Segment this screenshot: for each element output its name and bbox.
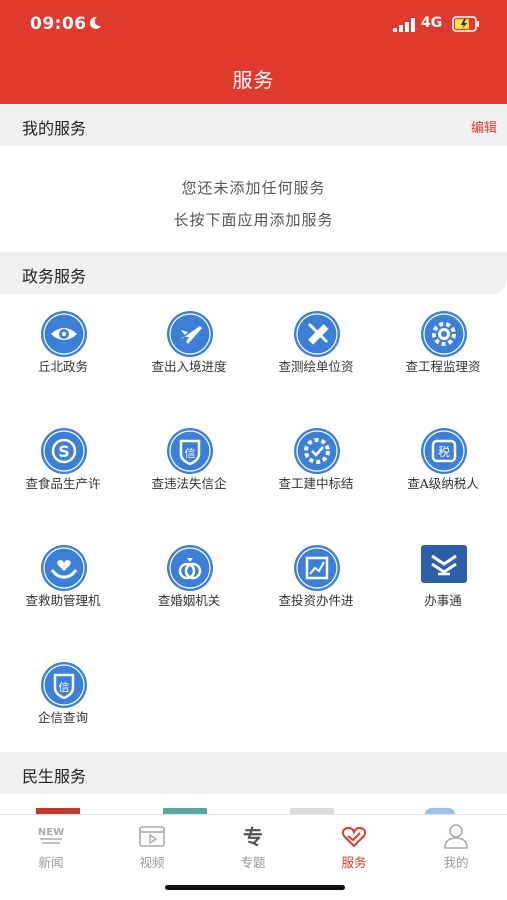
service-heart-icon: [342, 826, 366, 848]
signal-icon: [393, 18, 415, 32]
ruler-pencil-icon: [294, 311, 340, 357]
tab-mine[interactable]: 我的: [416, 823, 496, 873]
credit-shield-icon: 信: [41, 662, 87, 708]
service-food-license[interactable]: S 查食品生产许: [0, 417, 126, 527]
header-bar: 09:06 4G 服务: [0, 0, 507, 104]
service-name: 查婚姻机关: [157, 593, 221, 608]
service-name: 企信查询: [37, 710, 88, 725]
empty-services-message: 您还未添加任何服务 长按下面应用添加服务: [0, 172, 507, 236]
tab-label: 我的: [443, 855, 469, 870]
topic-icon: 专: [243, 825, 263, 849]
empty-line-2: 长按下面应用添加服务: [173, 211, 334, 229]
credit-shield-icon: 信: [167, 428, 213, 474]
livelihood-services-header: 民生服务: [0, 752, 507, 794]
service-name: 查工建中标结: [278, 476, 354, 491]
service-banshitong[interactable]: 办事通: [380, 534, 506, 644]
eye-icon: [41, 311, 87, 357]
page-title: 服务: [232, 68, 275, 92]
service-investment-progress[interactable]: 查投资办件进: [253, 534, 379, 644]
s-badge-icon: S: [41, 428, 87, 474]
gov-services-grid: 丘北政务 查出入境进度 查测绘单位资 查工程监理资 S 查食品生产许 信 查违法…: [0, 300, 507, 745]
tax-icon: 税: [421, 428, 467, 474]
gear-icon: [421, 311, 467, 357]
empty-line-1: 您还未添加任何服务: [181, 179, 326, 197]
svg-text:NEW: NEW: [38, 827, 64, 838]
service-name: 查食品生产许: [25, 476, 101, 491]
my-services-label: 我的服务: [22, 119, 87, 138]
service-dishonest-enterprise[interactable]: 信 查违法失信企: [126, 417, 252, 527]
tab-label: 服务: [341, 855, 367, 870]
service-name: 丘北政务: [37, 359, 88, 374]
tab-topic[interactable]: 专 专题: [213, 823, 293, 873]
service-rescue-agency[interactable]: 查救助管理机: [0, 534, 126, 644]
network-type: 4G: [421, 15, 443, 31]
service-name: 查投资办件进: [278, 593, 354, 608]
service-name: 查违法失信企: [151, 476, 227, 491]
service-name: 查工程监理资: [405, 359, 481, 374]
news-icon: NEW: [38, 827, 64, 844]
service-bid-result[interactable]: 查工建中标结: [253, 417, 379, 527]
service-entry-exit[interactable]: 查出入境进度: [126, 300, 252, 410]
svg-text:税: 税: [438, 445, 450, 459]
banshitong-logo: [421, 545, 467, 583]
battery-icon: [452, 16, 479, 32]
chart-icon: [294, 545, 340, 591]
heart-hand-icon: [41, 545, 87, 591]
svg-text:专: 专: [243, 825, 263, 849]
service-a-taxpayer[interactable]: 税 查A级纳税人: [380, 417, 506, 527]
service-engineering-supervision[interactable]: 查工程监理资: [380, 300, 506, 410]
person-icon: [444, 824, 468, 849]
service-credit-query[interactable]: 信 企信查询: [0, 651, 126, 761]
rings-icon: [167, 545, 213, 591]
service-qiubei-gov[interactable]: 丘北政务: [0, 300, 126, 410]
service-name: 查测绘单位资: [278, 359, 354, 374]
tab-label: 新闻: [38, 855, 64, 870]
svg-text:S: S: [58, 442, 70, 461]
edit-button[interactable]: 编辑: [471, 117, 497, 136]
tab-service[interactable]: 服务: [314, 823, 394, 873]
service-name: 查出入境进度: [151, 359, 227, 374]
tab-label: 专题: [240, 855, 266, 870]
service-name: 办事通: [424, 593, 462, 608]
service-name: 查A级纳税人: [407, 476, 479, 491]
service-marriage-office[interactable]: 查婚姻机关: [126, 534, 252, 644]
home-indicator[interactable]: [165, 885, 345, 890]
svg-text:信: 信: [185, 447, 196, 460]
tab-news[interactable]: NEW 新闻: [11, 823, 91, 873]
airplane-icon: [167, 311, 213, 357]
cog-check-icon: [294, 428, 340, 474]
status-time: 09:06: [30, 14, 87, 34]
livelihood-services-label: 民生服务: [22, 767, 87, 786]
tab-label: 视频: [139, 855, 165, 870]
my-services-header: 我的服务 编辑: [0, 104, 507, 146]
service-survey-unit[interactable]: 查测绘单位资: [253, 300, 379, 410]
tab-video[interactable]: 视频: [112, 823, 192, 873]
service-name: 查救助管理机: [25, 593, 101, 608]
gov-services-header: 政务服务: [0, 252, 507, 294]
status-bar: 09:06 4G: [0, 14, 507, 40]
video-icon: [139, 826, 165, 847]
svg-text:信: 信: [59, 681, 70, 694]
gov-services-label: 政务服务: [22, 267, 87, 286]
moon-icon: [89, 16, 101, 29]
